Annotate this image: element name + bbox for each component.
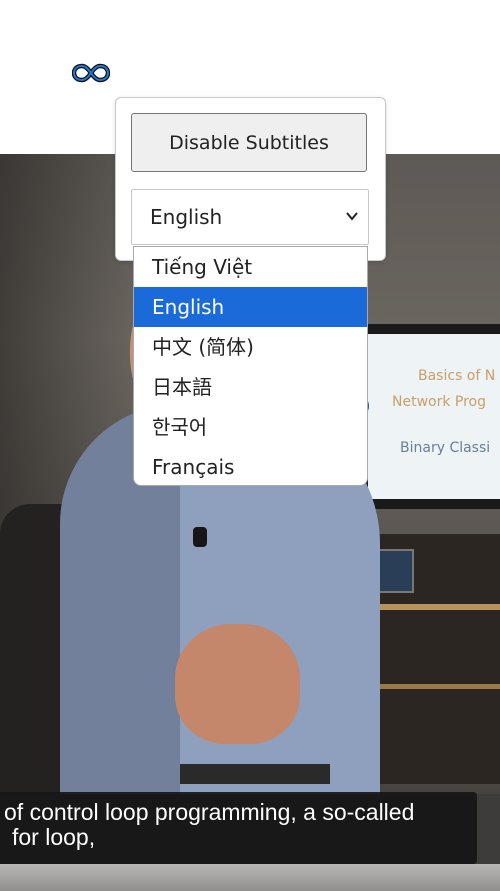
video-bottom-strip [0,864,500,891]
language-select-value: English [150,205,223,229]
language-option-vietnamese[interactable]: Tiếng Việt [134,247,367,287]
monitor-slide [368,334,500,499]
slide-title-line1: Basics of N [418,368,496,384]
language-dropdown-list: Tiếng Việt English 中文 (简体) 日本語 한국어 Franç… [133,246,368,486]
language-option-korean[interactable]: 한국어 [134,407,367,447]
chevron-down-icon [346,212,358,221]
disable-subtitles-button[interactable]: Disable Subtitles [131,113,367,172]
language-option-english[interactable]: English [134,287,367,327]
slide-subtitle: Binary Classi [400,440,491,456]
presenter-belt [180,764,330,784]
infinity-loop-logo-icon[interactable] [72,62,110,84]
language-option-japanese[interactable]: 日本語 [134,367,367,407]
language-option-french[interactable]: Français [134,447,367,485]
language-select[interactable]: English [131,189,369,245]
lapel-mic-icon [193,527,207,547]
caption-line-1: of control loop programming, a so-called [4,799,415,825]
slide-title-line2: Network Prog [392,394,487,410]
language-option-chinese-simplified[interactable]: 中文 (简体) [134,327,367,367]
presenter-hands [175,624,300,744]
caption-line-2: for loop, [12,824,96,850]
video-caption: of control loop programming, a so-called… [4,800,474,850]
